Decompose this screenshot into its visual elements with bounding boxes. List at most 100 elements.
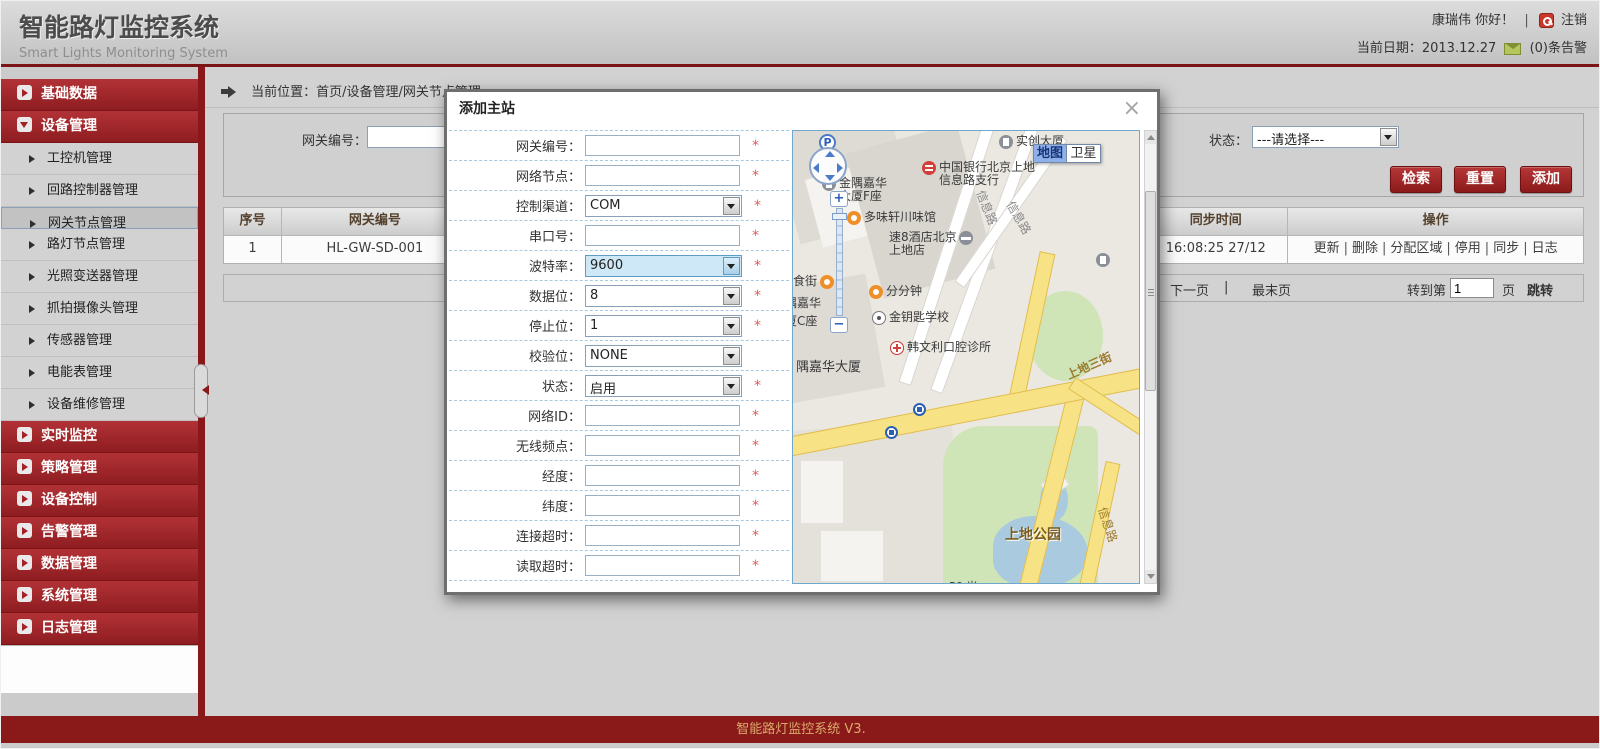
zoom-slider-track[interactable] — [836, 208, 843, 316]
breadcrumb: 当前位置：首页/设备管理/网关节点管理 — [221, 81, 481, 100]
restaurant-icon — [847, 211, 861, 225]
map-poi-label: 厦C座 — [792, 315, 817, 328]
search-button[interactable]: 检索 — [1390, 166, 1442, 193]
play-icon — [17, 555, 32, 570]
sidebar-collapse-handle[interactable] — [194, 364, 208, 418]
map-type-map-button[interactable]: 地图 — [1033, 144, 1067, 163]
form-row: 连接超时：* — [449, 521, 789, 551]
col-gateway: 网关编号 — [282, 208, 469, 235]
op-sync-link[interactable]: 同步 — [1493, 241, 1519, 256]
sidebar-item-alarm[interactable]: 告警管理 — [1, 517, 198, 549]
control-channel-select[interactable]: COM — [585, 195, 742, 217]
map-poi-label: 分分钟 — [886, 285, 922, 298]
sidebar-item-snapshot-camera[interactable]: 抓拍摄像头管理 — [1, 293, 198, 325]
add-button[interactable]: 添加 — [1520, 166, 1572, 193]
sidebar-item-ipc-management[interactable]: 工控机管理 — [1, 143, 198, 175]
map-type-satellite-button[interactable]: 卫星 — [1067, 144, 1101, 163]
form-row: 状态：启用* — [449, 371, 789, 401]
pan-up-icon — [825, 151, 835, 157]
cell-operations: 更新|删除|分配区域|停用|同步|日志 — [1288, 236, 1583, 263]
parity-select[interactable]: NONE — [585, 345, 742, 367]
zoom-slider-thumb[interactable] — [832, 213, 847, 220]
caret-right-icon — [30, 220, 40, 228]
sidebar-item-device-control[interactable]: 设备控制 — [1, 485, 198, 517]
data-bits-select[interactable]: 8 — [585, 285, 742, 307]
footer: 智能路灯监控系统 V3. — [1, 716, 1600, 743]
map-poi-label: 韩文利口腔诊所 — [907, 341, 991, 354]
pan-down-icon — [825, 175, 835, 181]
map-pan-control[interactable] — [809, 147, 847, 185]
logout-link[interactable]: 注销 — [1561, 13, 1587, 28]
network-node-input[interactable] — [585, 165, 740, 186]
next-page-link[interactable]: 下一页 — [1170, 280, 1209, 299]
op-update-link[interactable]: 更新 — [1314, 241, 1340, 256]
latitude-input[interactable] — [585, 495, 740, 516]
map-poi-label: 中国银行北京上地信息路支行 — [939, 161, 1035, 187]
map-building-block — [821, 531, 883, 581]
app-subtitle: Smart Lights Monitoring System — [19, 46, 228, 61]
header-right: 康瑞伟 你好！ | 注销 当前日期：2013.12.27 (0)条告警 — [1357, 11, 1587, 59]
status-select[interactable]: ---请选择--- — [1252, 126, 1399, 148]
required-marker: * — [752, 528, 762, 544]
sidebar-item-loop-controller[interactable]: 回路控制器管理 — [1, 175, 198, 207]
sidebar-item-data-management[interactable]: 数据管理 — [1, 549, 198, 581]
form-row: 无线频点：* — [449, 431, 789, 461]
location-map[interactable]: 实创大厦 中国银行北京上地信息路支行 金隅嘉华大厦F座 多味轩川味馆 速8酒店北… — [792, 130, 1140, 584]
op-delete-link[interactable]: 删除 — [1352, 241, 1378, 256]
zoom-in-button[interactable]: + — [830, 191, 848, 207]
form-row: 读取超时：* — [449, 551, 789, 581]
header-divider: | — [1524, 13, 1528, 28]
gateway-number-input[interactable] — [585, 135, 740, 156]
longitude-input[interactable] — [585, 465, 740, 486]
caret-right-icon — [29, 337, 39, 345]
sidebar-item-device-management[interactable]: 设备管理 — [1, 111, 198, 143]
pagination-divider: | — [1224, 280, 1228, 295]
brand: 智能路灯监控系统 Smart Lights Monitoring System — [19, 8, 228, 61]
form-row: 经度：* — [449, 461, 789, 491]
op-assign-area-link[interactable]: 分配区域 — [1390, 241, 1442, 256]
pan-left-icon — [813, 163, 819, 173]
sidebar-item-system-management[interactable]: 系统管理 — [1, 581, 198, 613]
sidebar-item-gateway-node[interactable]: 网关节点管理 — [1, 207, 198, 229]
add-master-station-dialog: 添加主站 × 网关编号：* 网络节点：* 控制渠道：COM* 串口号：* 波特率… — [444, 89, 1160, 595]
serial-port-input[interactable] — [585, 225, 740, 246]
sidebar-item-device-maintenance[interactable]: 设备维修管理 — [1, 389, 198, 421]
sidebar-item-sensor[interactable]: 传感器管理 — [1, 325, 198, 357]
sidebar-item-energy-meter[interactable]: 电能表管理 — [1, 357, 198, 389]
stop-bits-select[interactable]: 1 — [585, 315, 742, 337]
scroll-up-icon[interactable] — [1145, 131, 1156, 144]
required-marker: * — [752, 228, 762, 244]
last-page-link[interactable]: 最末页 — [1252, 280, 1291, 299]
alerts-count[interactable]: (0)条告警 — [1530, 41, 1587, 56]
wireless-freq-input[interactable] — [585, 435, 740, 456]
required-marker: * — [752, 498, 762, 514]
form-row: 纬度：* — [449, 491, 789, 521]
scrollbar-thumb[interactable] — [1145, 191, 1156, 391]
connect-timeout-input[interactable] — [585, 525, 740, 546]
sidebar-item-realtime-monitor[interactable]: 实时监控 — [1, 421, 198, 453]
dialog-title: 添加主站 — [447, 92, 1157, 126]
play-icon — [17, 619, 32, 634]
modal-scrollbar[interactable] — [1144, 130, 1157, 584]
sidebar-item-basic-data[interactable]: 基础数据 — [1, 79, 198, 111]
form-row: 控制渠道：COM* — [449, 191, 789, 221]
sidebar-item-lamp-node[interactable]: 路灯节点管理 — [1, 229, 198, 261]
scroll-down-icon[interactable] — [1145, 570, 1156, 583]
jump-button[interactable]: 跳转 — [1527, 280, 1553, 299]
close-icon[interactable]: × — [1123, 96, 1141, 122]
sidebar-item-log-management[interactable]: 日志管理 — [1, 613, 198, 645]
chevron-down-icon — [723, 377, 740, 395]
page-number-input[interactable] — [1450, 278, 1494, 298]
zoom-out-button[interactable]: − — [830, 317, 848, 333]
op-log-link[interactable]: 日志 — [1532, 241, 1558, 256]
network-id-input[interactable] — [585, 405, 740, 426]
op-disable-link[interactable]: 停用 — [1455, 241, 1481, 256]
status-select[interactable]: 启用 — [585, 375, 742, 397]
chevron-down-icon — [723, 257, 740, 275]
read-timeout-input[interactable] — [585, 555, 740, 576]
reset-button[interactable]: 重置 — [1454, 166, 1506, 193]
envelope-icon[interactable] — [1504, 43, 1521, 55]
sidebar-item-strategy[interactable]: 策略管理 — [1, 453, 198, 485]
sidebar-item-light-transmitter[interactable]: 光照变送器管理 — [1, 261, 198, 293]
baud-rate-select[interactable]: 9600 — [585, 255, 742, 277]
